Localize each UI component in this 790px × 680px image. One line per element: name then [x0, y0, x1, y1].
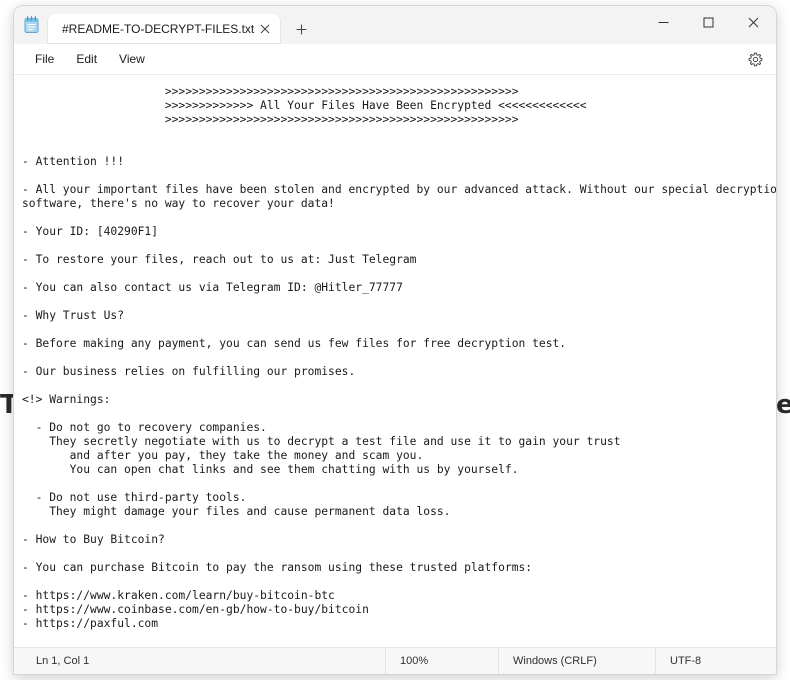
tab-title: #README-TO-DECRYPT-FILES.txt — [62, 22, 255, 36]
title-bar[interactable]: #README-TO-DECRYPT-FILES.txt — [14, 6, 776, 44]
status-bar: Ln 1, Col 1 100% Windows (CRLF) UTF-8 — [14, 647, 776, 674]
maximize-button[interactable] — [686, 6, 731, 38]
notepad-icon — [14, 6, 48, 44]
tab-readme[interactable]: #README-TO-DECRYPT-FILES.txt — [48, 14, 281, 44]
menu-item-edit[interactable]: Edit — [65, 48, 108, 70]
close-icon — [748, 17, 759, 27]
notepad-window: #README-TO-DECRYPT-FILES.txt File Edit V… — [14, 6, 776, 674]
window-controls — [641, 6, 776, 38]
menu-bar: File Edit View — [14, 44, 776, 75]
minimize-button[interactable] — [641, 6, 686, 38]
editor-area[interactable]: >>>>>>>>>>>>>>>>>>>>>>>>>>>>>>>>>>>>>>>>… — [14, 75, 776, 647]
status-encoding[interactable]: UTF-8 — [655, 648, 776, 674]
menu-item-file[interactable]: File — [24, 48, 65, 70]
status-zoom-level[interactable]: 100% — [385, 648, 498, 674]
new-tab-button[interactable] — [286, 14, 316, 44]
maximize-icon — [703, 17, 714, 27]
plus-icon — [296, 24, 307, 34]
close-button[interactable] — [731, 6, 776, 38]
tab-close-icon[interactable] — [254, 18, 276, 40]
ransom-note-text[interactable]: >>>>>>>>>>>>>>>>>>>>>>>>>>>>>>>>>>>>>>>>… — [14, 75, 776, 647]
watermark-letter-right: e — [776, 390, 790, 420]
status-cursor-position: Ln 1, Col 1 — [36, 655, 90, 667]
minimize-icon — [658, 21, 669, 23]
status-line-ending[interactable]: Windows (CRLF) — [498, 648, 655, 674]
gear-icon[interactable] — [742, 47, 768, 71]
menu-item-view[interactable]: View — [108, 48, 156, 70]
